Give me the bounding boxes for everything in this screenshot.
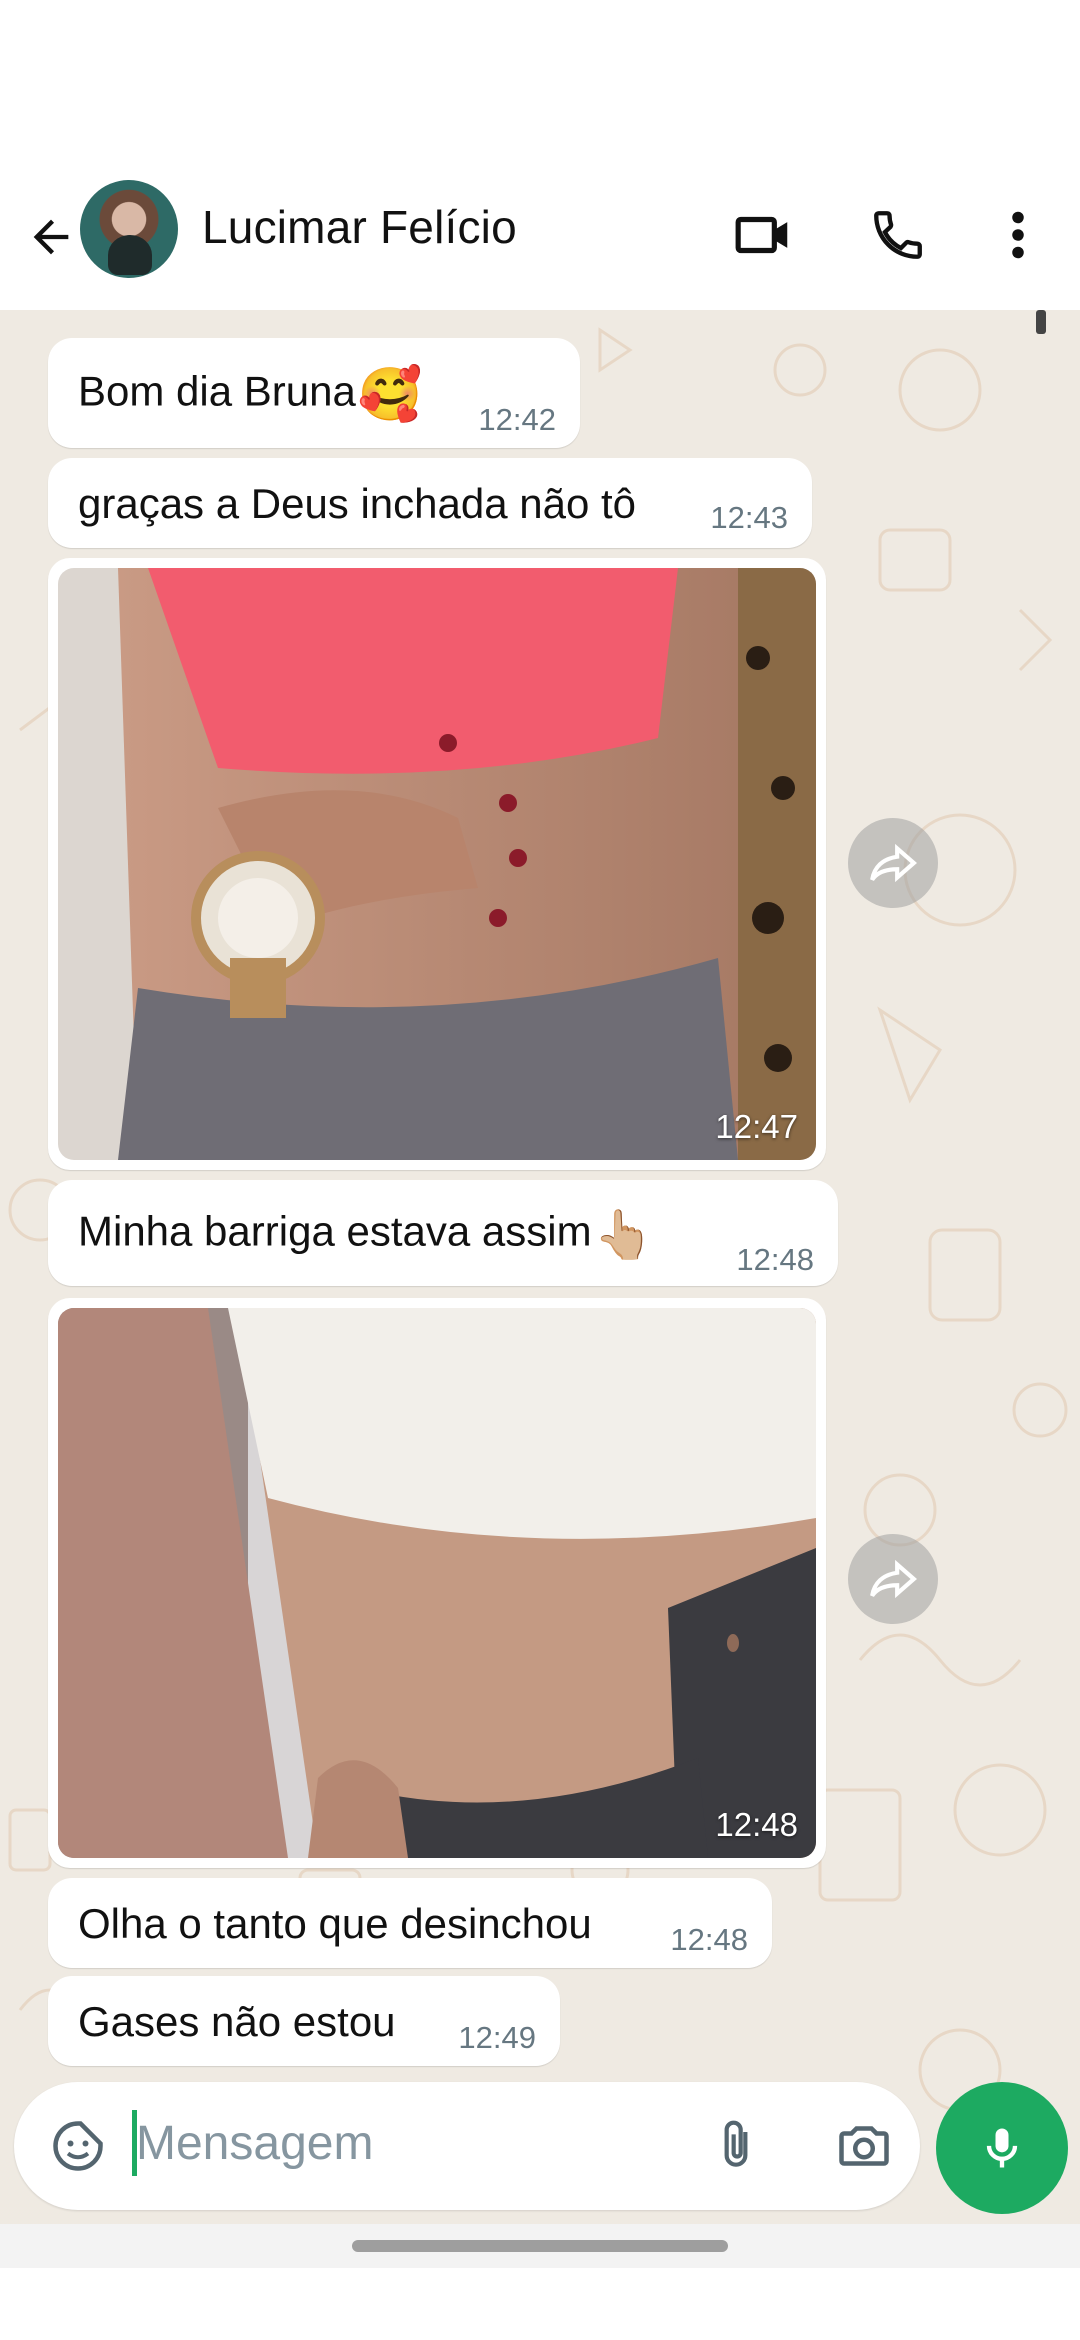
more-vertical-icon[interactable] — [978, 195, 1058, 275]
image-message[interactable]: 12:47 — [48, 558, 826, 1170]
paperclip-icon[interactable] — [696, 2106, 776, 2186]
photo[interactable] — [58, 1308, 816, 1858]
photo[interactable] — [58, 568, 816, 1160]
message-time: 12:48 — [670, 1922, 748, 1957]
message-time: 12:48 — [736, 1242, 814, 1277]
contact-name[interactable]: Lucimar Felício — [202, 200, 517, 254]
video-call-icon[interactable] — [724, 195, 804, 275]
message-bubble[interactable]: Olha o tanto que desinchou 12:48 — [48, 1878, 772, 1968]
message-input[interactable]: Mensagem — [136, 2116, 373, 2171]
sticker-icon[interactable] — [38, 2106, 118, 2186]
phone-icon[interactable] — [858, 195, 938, 275]
message-bubble[interactable]: graças a Deus inchada não tô 12:43 — [48, 458, 812, 548]
message-bubble[interactable]: Gases não estou 12:49 — [48, 1976, 560, 2066]
arrow-left-icon[interactable] — [16, 202, 86, 272]
image-message[interactable]: 12:48 — [48, 1298, 826, 1868]
message-text: graças a Deus inchada não tô — [78, 480, 637, 527]
chat-header: Lucimar Felício — [0, 170, 1080, 311]
message-time: 12:48 — [715, 1806, 798, 1843]
message-text: Olha o tanto que desinchou — [78, 1900, 592, 1947]
status-bar-area — [0, 0, 1080, 170]
chat-area[interactable]: Bom dia Bruna🥰 12:42 graças a Deus incha… — [0, 310, 1080, 2224]
message-text: Minha barriga estava assim — [78, 1207, 592, 1255]
smiling-face-with-hearts-emoji: 🥰 — [357, 366, 423, 424]
home-gesture-handle[interactable] — [352, 2240, 728, 2252]
forward-icon[interactable] — [848, 818, 938, 908]
forward-icon[interactable] — [848, 1534, 938, 1624]
message-text: Bom dia Bruna — [78, 367, 356, 415]
bottom-area — [0, 2268, 1080, 2340]
microphone-icon[interactable] — [936, 2082, 1068, 2214]
avatar[interactable] — [80, 180, 178, 278]
message-bubble[interactable]: Minha barriga estava assim👆🏼 12:48 — [48, 1180, 838, 1286]
message-time: 12:47 — [715, 1108, 798, 1145]
message-composer[interactable]: Mensagem — [14, 2082, 920, 2210]
scrollbar-thumb[interactable] — [1036, 310, 1046, 334]
message-bubble[interactable]: Bom dia Bruna🥰 12:42 — [48, 338, 580, 448]
message-time: 12:43 — [710, 500, 788, 535]
pointing-up-emoji: 👆🏼 — [593, 1209, 654, 1262]
message-time: 12:42 — [478, 402, 556, 437]
camera-icon[interactable] — [824, 2106, 904, 2186]
message-text: Gases não estou — [78, 1998, 396, 2045]
message-time: 12:49 — [458, 2020, 536, 2055]
